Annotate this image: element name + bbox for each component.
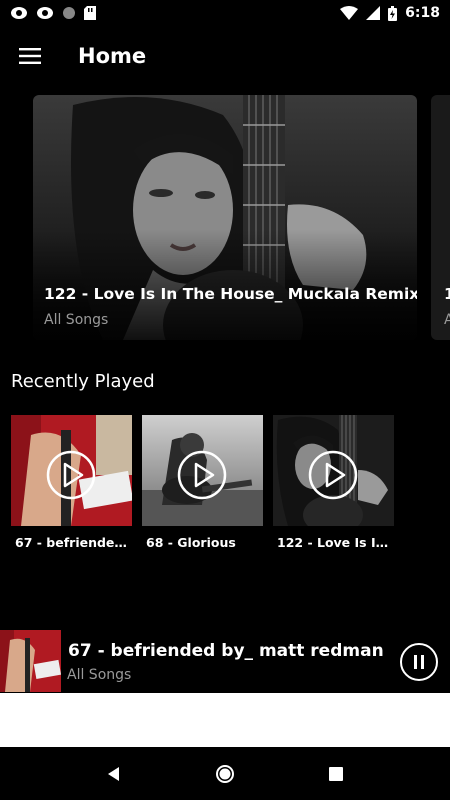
featured-song-card[interactable]: 122 - Love Is In The House_ Muckala Remi… — [33, 95, 417, 340]
play-icon — [177, 450, 227, 500]
signal-icon — [366, 6, 381, 20]
play-icon — [46, 450, 96, 500]
system-nav-bar — [0, 747, 450, 800]
pause-button[interactable] — [400, 643, 438, 681]
menu-button[interactable] — [0, 26, 60, 86]
mini-player[interactable]: 67 - befriended by_ matt redman .. All S… — [0, 630, 450, 693]
recent-song-title: 67 - befriended ... — [15, 535, 133, 550]
recent-song-art — [11, 415, 132, 526]
next-featured-title: 1 — [444, 285, 450, 303]
battery-charging-icon — [388, 5, 398, 21]
record-icon — [62, 6, 76, 20]
recent-song-title: 68 - Glorious — [146, 535, 236, 550]
back-icon[interactable] — [107, 766, 121, 781]
status-time: 6:18 — [405, 5, 440, 21]
page-title: Home — [78, 44, 147, 68]
now-playing-subtitle: All Songs — [67, 667, 132, 683]
home-icon[interactable] — [215, 764, 235, 784]
recents-icon[interactable] — [329, 766, 343, 781]
play-icon — [308, 450, 358, 500]
mini-player-art — [0, 630, 61, 692]
recent-song-art — [273, 415, 394, 526]
pause-icon — [413, 655, 425, 669]
recent-song-art — [142, 415, 263, 526]
notification-icon — [10, 6, 28, 20]
next-featured-subtitle: A — [444, 312, 450, 328]
status-bar: 6:18 — [0, 0, 450, 26]
hamburger-menu-icon — [19, 48, 41, 64]
recent-song-tile[interactable]: 122 - Love Is In ... — [273, 415, 395, 550]
app-bar: Home — [0, 26, 450, 86]
notification-icon — [36, 6, 54, 20]
wifi-icon — [340, 6, 359, 20]
now-playing-title: 67 - befriended by_ matt redman .. — [68, 641, 384, 661]
recently-played-heading: Recently Played — [11, 371, 155, 392]
recent-song-tile[interactable]: 67 - befriended ... — [11, 415, 133, 550]
featured-album-art — [33, 95, 417, 340]
featured-song-title: 122 - Love Is In The House_ Muckala Remi… — [44, 285, 417, 303]
sd-card-icon — [84, 6, 96, 20]
next-featured-card[interactable]: 1 A — [431, 95, 450, 340]
status-right-icons: 6:18 — [340, 5, 440, 21]
recent-song-title: 122 - Love Is In ... — [277, 535, 395, 550]
recent-song-tile[interactable]: 68 - Glorious — [142, 415, 263, 550]
featured-song-subtitle: All Songs — [44, 312, 109, 328]
content-spacer — [0, 693, 450, 747]
status-left-icons — [10, 6, 96, 20]
